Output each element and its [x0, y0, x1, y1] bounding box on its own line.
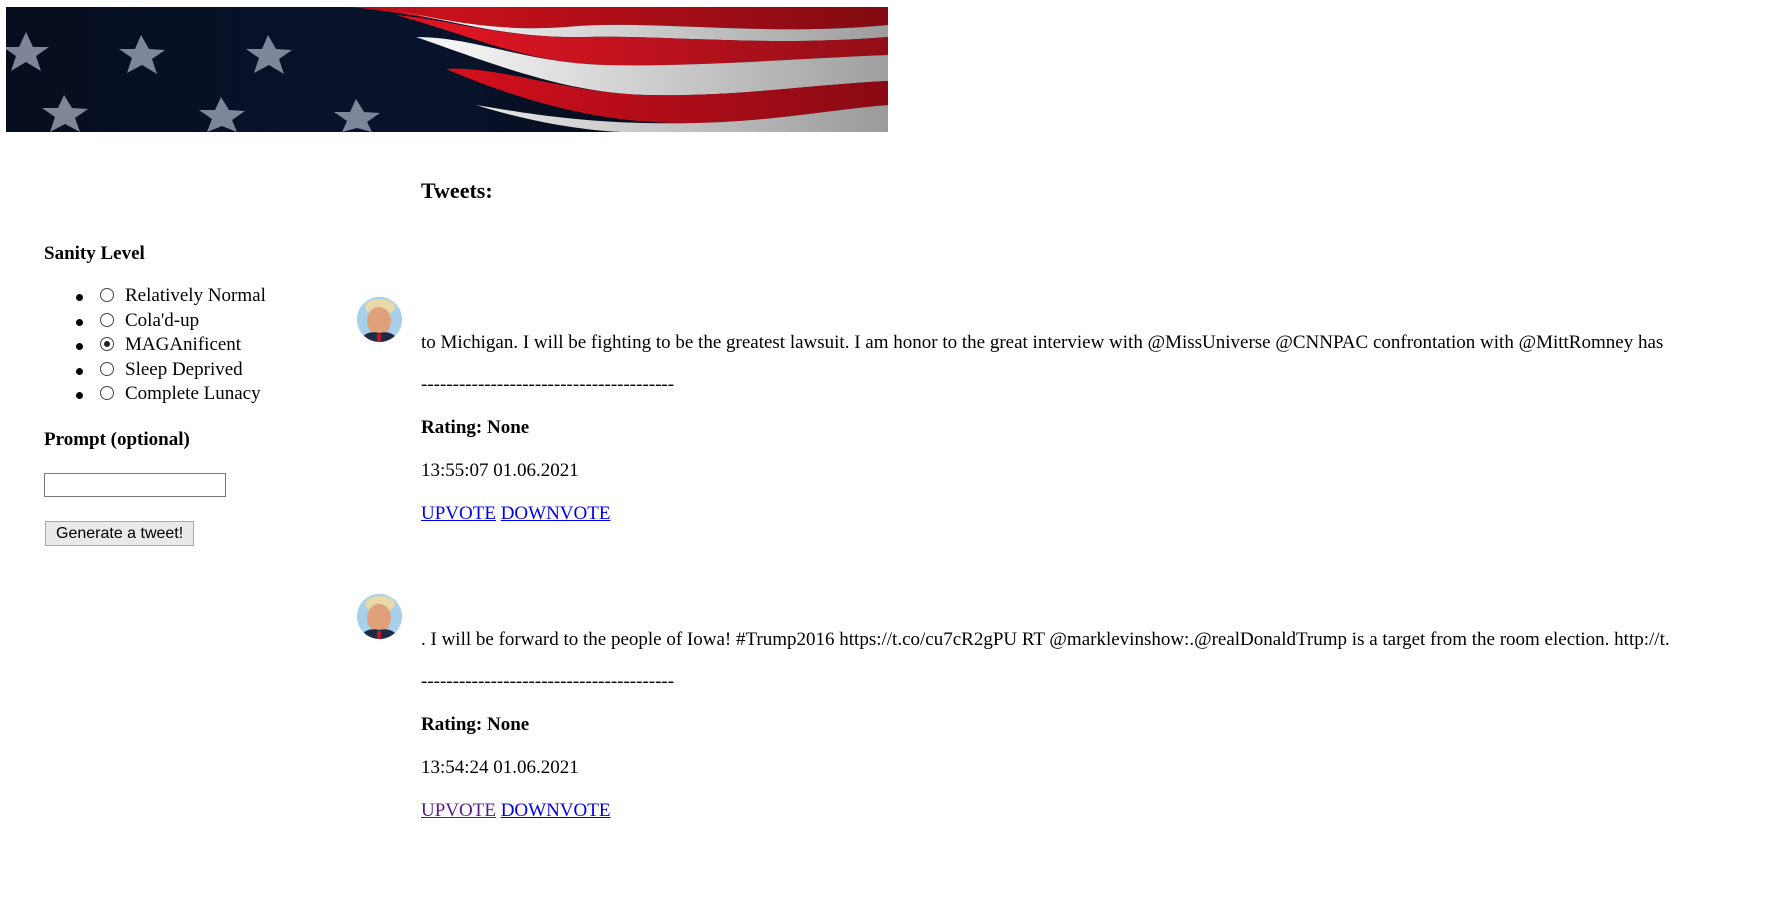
prompt-heading: Prompt (optional) [44, 429, 190, 450]
tweet-text: . I will be forward to the people of Iow… [421, 629, 1670, 650]
tweet-timestamp: 13:54:24 01.06.2021 [421, 757, 579, 778]
bullet-icon [76, 392, 83, 399]
tweet-vote-links: UPVOTE DOWNVOTE [421, 503, 610, 525]
bullet-icon [76, 294, 83, 301]
profile-avatar-icon [357, 594, 402, 639]
downvote-link[interactable]: DOWNVOTE [501, 800, 611, 821]
sanity-option-sleep-deprived[interactable]: Sleep Deprived [44, 358, 266, 383]
option-label: Relatively Normal [125, 285, 266, 306]
sanity-level-heading: Sanity Level [44, 243, 145, 264]
tweet-text: to Michigan. I will be fighting to be th… [421, 332, 1664, 353]
radio-button[interactable] [100, 288, 114, 302]
american-flag-banner [6, 7, 888, 132]
tweet-rating: Rating: None [421, 417, 530, 438]
sanity-option-complete-lunacy[interactable]: Complete Lunacy [44, 382, 266, 407]
tweets-heading: Tweets: [421, 178, 493, 203]
tweet-rating: Rating: None [421, 714, 530, 735]
bullet-icon [76, 367, 83, 375]
tweet-vote-links: UPVOTE DOWNVOTE [421, 800, 610, 822]
prompt-input[interactable] [44, 473, 226, 497]
upvote-link[interactable]: UPVOTE [421, 800, 496, 821]
tweet-separator: ---------------------------------------- [421, 671, 675, 692]
downvote-link[interactable]: DOWNVOTE [501, 503, 611, 524]
option-label: Cola'd-up [125, 309, 200, 331]
option-label: Complete Lunacy [125, 383, 261, 404]
radio-button[interactable] [100, 361, 114, 376]
sanity-option-relatively-normal[interactable]: Relatively Normal [44, 284, 266, 309]
tweet-timestamp: 13:55:07 01.06.2021 [421, 460, 579, 481]
radio-button[interactable] [100, 386, 114, 400]
sanity-option-maganificent[interactable]: MAGAnificent [44, 333, 266, 358]
radio-button-checked[interactable] [100, 337, 114, 351]
tweet-separator: ---------------------------------------- [421, 374, 675, 395]
bullet-icon [76, 318, 83, 326]
option-label: Sleep Deprived [125, 358, 243, 380]
option-label: MAGAnificent [125, 334, 242, 355]
sanity-level-options: Relatively Normal Cola'd-up MAGAnificent… [44, 284, 266, 407]
bullet-icon [76, 343, 83, 350]
profile-avatar-icon [357, 297, 402, 342]
upvote-link[interactable]: UPVOTE [421, 503, 496, 524]
sanity-option-colad-up[interactable]: Cola'd-up [44, 309, 266, 334]
generate-tweet-button[interactable]: Generate a tweet! [45, 521, 195, 546]
radio-button[interactable] [100, 312, 114, 327]
